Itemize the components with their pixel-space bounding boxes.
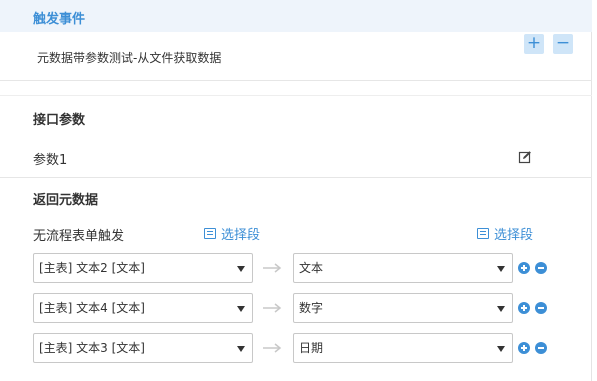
source-field-value: [主表] 文本4 [文本]	[39, 301, 145, 315]
target-type-value: 文本	[299, 261, 324, 275]
source-field-select[interactable]: [主表] 文本3 [文本]	[33, 333, 253, 363]
source-field-value: [主表] 文本2 [文本]	[39, 261, 145, 275]
mapping-row: [主表] 文本4 [文本] 数字	[0, 293, 592, 323]
target-type-value: 数字	[299, 301, 324, 315]
interface-params-title: 接口参数	[33, 113, 86, 128]
trigger-item[interactable]: 元数据带参数测试-从文件获取数据	[37, 49, 221, 66]
divider	[0, 95, 592, 96]
divider	[0, 177, 592, 178]
list-icon	[204, 228, 216, 239]
arrow-right-icon	[263, 343, 282, 353]
source-field-value: [主表] 文本3 [文本]	[39, 341, 145, 355]
trigger-title: 触发事件	[33, 12, 86, 27]
source-field-select[interactable]: [主表] 文本4 [文本]	[33, 293, 253, 323]
caret-down-icon	[237, 306, 245, 312]
source-field-select[interactable]: [主表] 文本2 [文本]	[33, 253, 253, 283]
arrow-right-icon	[263, 303, 282, 313]
target-type-select[interactable]: 文本	[293, 253, 513, 283]
list-icon	[477, 228, 489, 239]
edit-icon[interactable]	[518, 150, 532, 164]
target-type-select[interactable]: 日期	[293, 333, 513, 363]
choose-segment-right-link[interactable]: 选择段	[477, 224, 533, 243]
add-row-icon[interactable]	[518, 342, 530, 354]
arrow-right-icon	[263, 263, 282, 273]
mapping-row: [主表] 文本2 [文本] 文本	[0, 253, 592, 283]
target-type-select[interactable]: 数字	[293, 293, 513, 323]
trigger-header: 触发事件	[0, 0, 592, 32]
event-config-panel: 触发事件 + − 元数据带参数测试-从文件获取数据 接口参数 参数1 返回元数据…	[0, 0, 592, 381]
target-type-value: 日期	[299, 341, 324, 355]
no-flow-form-trigger-label: 无流程表单触发	[33, 229, 125, 244]
caret-down-icon	[497, 346, 505, 352]
add-row-icon[interactable]	[518, 262, 530, 274]
caret-down-icon	[237, 266, 245, 272]
caret-down-icon	[497, 306, 505, 312]
remove-row-icon[interactable]	[535, 262, 547, 274]
choose-segment-left-link[interactable]: 选择段	[204, 224, 260, 243]
param-label: 参数1	[33, 153, 68, 168]
choose-segment-label: 选择段	[221, 228, 261, 243]
caret-down-icon	[497, 266, 505, 272]
mapping-row: [主表] 文本3 [文本] 日期	[0, 333, 592, 363]
remove-trigger-button[interactable]: −	[553, 34, 573, 54]
choose-segment-label: 选择段	[494, 228, 534, 243]
caret-down-icon	[237, 346, 245, 352]
return-metadata-title: 返回元数据	[33, 193, 99, 208]
add-row-icon[interactable]	[518, 302, 530, 314]
divider	[0, 80, 592, 81]
remove-row-icon[interactable]	[535, 342, 547, 354]
add-trigger-button[interactable]: +	[524, 34, 544, 54]
remove-row-icon[interactable]	[535, 302, 547, 314]
